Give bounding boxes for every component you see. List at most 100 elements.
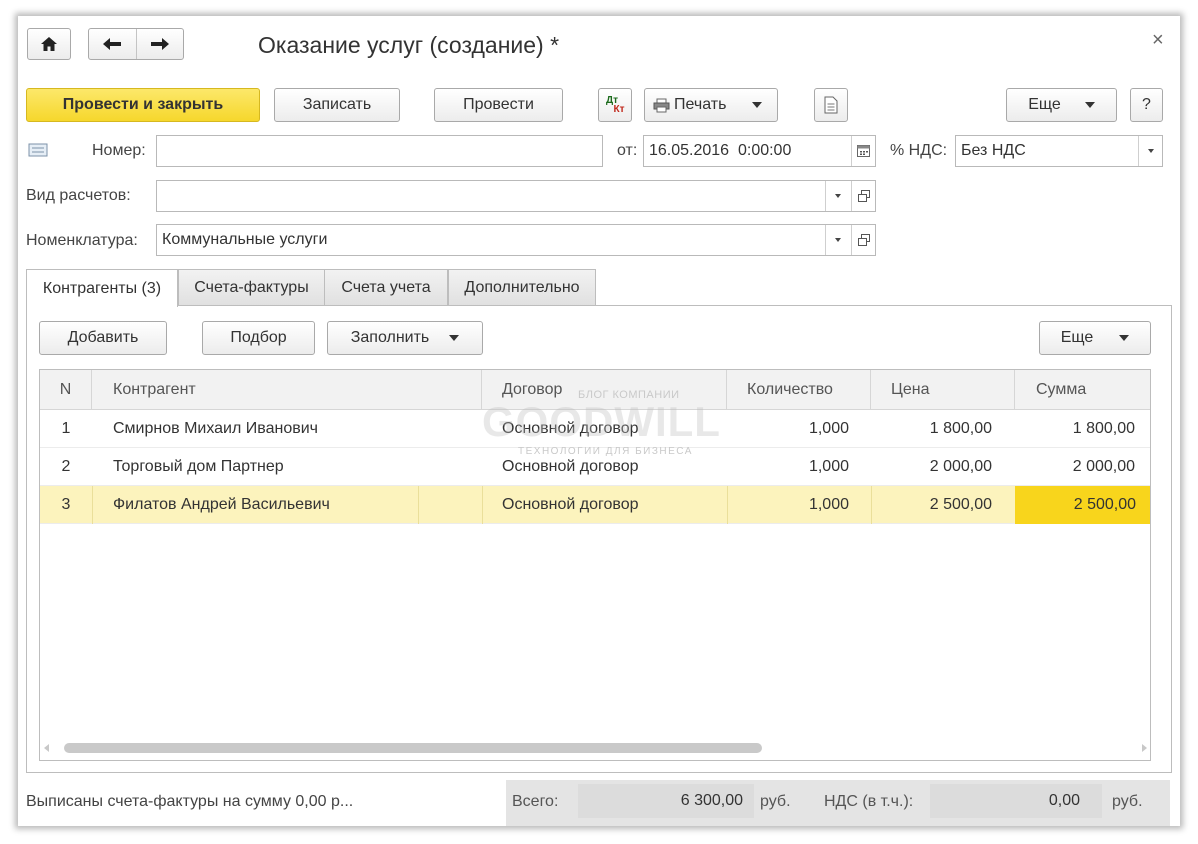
cell-quantity: 1,000 xyxy=(808,420,849,437)
total-currency: руб. xyxy=(760,793,791,810)
cell-quantity: 1,000 xyxy=(808,496,849,513)
help-button[interactable]: ? xyxy=(1130,88,1163,122)
total-value: 6 300,00 xyxy=(680,792,743,809)
payment-type-field[interactable] xyxy=(156,180,876,212)
date-field[interactable]: 16.05.2016 0:00:00 xyxy=(643,135,876,167)
cell-contract: Основной договор xyxy=(502,458,639,475)
post-button[interactable]: Провести xyxy=(434,88,563,122)
chevron-down-icon xyxy=(449,335,460,341)
open-window-icon xyxy=(857,234,870,246)
arrow-left-icon xyxy=(103,38,122,50)
column-header-counterparty[interactable]: Контрагент xyxy=(92,370,482,410)
column-header-contract[interactable]: Договор xyxy=(482,370,727,410)
row-separator xyxy=(418,486,419,524)
chevron-down-icon xyxy=(834,194,841,198)
cell-price: 1 800,00 xyxy=(929,420,992,437)
column-header-n[interactable]: N xyxy=(40,370,92,410)
row-separator xyxy=(482,486,483,524)
post-and-close-button[interactable]: Провести и закрыть xyxy=(26,88,260,122)
table-row[interactable]: 1 Смирнов Михаил Иванович Основной догов… xyxy=(40,410,1150,448)
column-header-quantity[interactable]: Количество xyxy=(727,370,871,410)
tab-invoices[interactable]: Счета-фактуры xyxy=(178,269,325,306)
counterparties-table[interactable]: N Контрагент Договор Количество Цена Сум… xyxy=(39,369,1151,761)
document-icon xyxy=(824,96,838,114)
scroll-right-icon[interactable] xyxy=(1142,744,1147,752)
chevron-down-icon xyxy=(1147,149,1154,153)
pick-button[interactable]: Подбор xyxy=(202,321,315,355)
nomenclature-field[interactable]: Коммунальные услуги xyxy=(156,224,876,256)
scrollbar-thumb[interactable] xyxy=(64,743,762,753)
chevron-down-icon xyxy=(752,102,763,108)
date-value: 16.05.2016 0:00:00 xyxy=(649,142,792,159)
cell-n: 2 xyxy=(61,458,71,475)
cell-sum: 1 800,00 xyxy=(1072,420,1135,437)
print-button-label: Печать xyxy=(674,96,727,113)
cell-sum: 2 000,00 xyxy=(1072,458,1135,475)
total-label: Всего: xyxy=(512,793,559,810)
table-row-selected[interactable]: 3 Филатов Андрей Васильевич Основной дог… xyxy=(40,486,1150,524)
nomenclature-open-button[interactable] xyxy=(851,225,875,255)
window-title: Оказание услуг (создание) * xyxy=(258,32,560,58)
calendar-icon xyxy=(857,145,870,157)
number-field[interactable] xyxy=(156,135,603,167)
print-button[interactable]: Печать xyxy=(644,88,778,122)
cell-counterparty: Филатов Андрей Васильевич xyxy=(113,496,330,513)
report-button[interactable] xyxy=(814,88,848,122)
cell-sum-active[interactable]: 2 500,00 xyxy=(1015,486,1150,524)
nomenclature-dropdown-button[interactable] xyxy=(825,225,849,255)
cell-contract: Основной договор xyxy=(502,420,639,437)
close-icon[interactable]: × xyxy=(1152,29,1164,52)
vat-dropdown-button[interactable] xyxy=(1138,136,1162,166)
document-list-icon xyxy=(28,143,48,157)
vat-total-currency: руб. xyxy=(1112,793,1143,810)
vat-label: % НДС: xyxy=(890,142,948,159)
fill-button[interactable]: Заполнить xyxy=(327,321,483,355)
chevron-down-icon xyxy=(1119,335,1130,341)
cell-quantity: 1,000 xyxy=(808,458,849,475)
payment-type-open-button[interactable] xyxy=(851,181,875,211)
cell-price: 2 500,00 xyxy=(929,496,992,513)
printer-icon xyxy=(653,98,670,112)
column-header-sum[interactable]: Сумма xyxy=(1015,370,1150,410)
arrow-right-icon xyxy=(150,38,169,50)
vat-total-label: НДС (в т.ч.): xyxy=(824,793,914,810)
total-field: 6 300,00 xyxy=(578,784,754,818)
more-actions-button[interactable]: Еще xyxy=(1006,88,1117,122)
chevron-down-icon xyxy=(1084,102,1095,108)
dt-kt-icon-bottom: Кт xyxy=(613,104,625,115)
table-more-button[interactable]: Еще xyxy=(1039,321,1151,355)
column-header-price[interactable]: Цена xyxy=(871,370,1015,410)
number-label: Номер: xyxy=(92,142,146,159)
fill-button-label: Заполнить xyxy=(350,329,430,346)
cell-n: 1 xyxy=(61,420,71,437)
payment-type-dropdown-button[interactable] xyxy=(825,181,849,211)
open-window-icon xyxy=(857,190,870,202)
forward-button[interactable] xyxy=(137,29,184,59)
tab-counterparties[interactable]: Контрагенты (3) xyxy=(26,269,178,307)
vat-total-field: 0,00 xyxy=(930,784,1102,818)
cell-price: 2 000,00 xyxy=(929,458,992,475)
home-button[interactable] xyxy=(27,28,71,60)
calendar-button[interactable] xyxy=(851,136,875,166)
table-header: N Контрагент Договор Количество Цена Сум… xyxy=(40,370,1150,410)
tab-additional[interactable]: Дополнительно xyxy=(448,269,596,306)
invoices-link[interactable]: Выписаны счета-фактуры на сумму 0,00 р..… xyxy=(26,793,353,811)
home-icon xyxy=(41,37,57,51)
nav-button-group xyxy=(88,28,184,60)
cell-n: 3 xyxy=(61,496,71,513)
scroll-left-icon[interactable] xyxy=(44,744,49,752)
chevron-down-icon xyxy=(834,238,841,242)
cell-counterparty: Торговый дом Партнер xyxy=(113,458,284,475)
table-row[interactable]: 2 Торговый дом Партнер Основной договор … xyxy=(40,448,1150,486)
vat-total-value: 0,00 xyxy=(1048,792,1080,809)
dt-kt-button[interactable]: Дт Кт xyxy=(598,88,632,122)
back-button[interactable] xyxy=(89,29,137,59)
horizontal-scrollbar[interactable] xyxy=(44,742,1147,754)
vat-select[interactable]: Без НДС xyxy=(955,135,1163,167)
add-row-button[interactable]: Добавить xyxy=(39,321,167,355)
save-button[interactable]: Записать xyxy=(274,88,400,122)
date-label: от: xyxy=(617,142,638,159)
tab-accounts[interactable]: Счета учета xyxy=(324,269,448,306)
vat-value: Без НДС xyxy=(961,142,1026,159)
cell-counterparty: Смирнов Михаил Иванович xyxy=(113,420,318,437)
